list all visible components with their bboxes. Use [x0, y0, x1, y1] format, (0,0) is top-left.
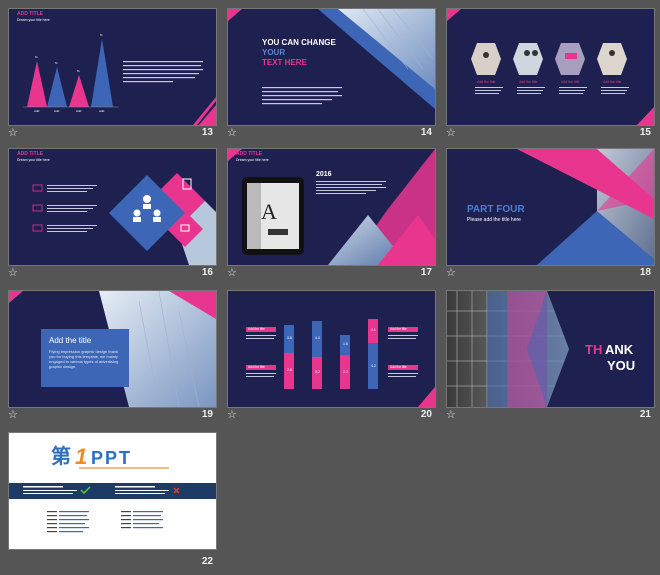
- slide-thumb-20[interactable]: 3.6 2.8 4.4 3.2 1.6 2.2 4.1 4.2 Add the …: [227, 290, 436, 424]
- slide-thumb-18[interactable]: PART FOUR Please add the title here ☆ 18: [446, 148, 655, 282]
- slide-number: 14: [420, 127, 432, 138]
- slide-number: 20: [420, 409, 432, 420]
- logo-part-3: PPT: [91, 448, 133, 468]
- slide-number: 18: [639, 267, 651, 278]
- slide-14-graphics: [228, 9, 435, 109]
- slide-number: 19: [201, 409, 213, 420]
- star-icon[interactable]: ☆: [8, 127, 18, 139]
- slide-thumb-13[interactable]: ADD TITLE Dream your title here % % % % …: [8, 8, 217, 142]
- slide-number: 13: [201, 127, 213, 138]
- star-icon[interactable]: ☆: [8, 267, 18, 279]
- slide-15-canvas[interactable]: Add the title Add the title Add the titl…: [446, 8, 655, 126]
- slide-16-graphics: [32, 173, 216, 265]
- star-icon[interactable]: ☆: [446, 409, 456, 421]
- star-icon[interactable]: ☆: [446, 127, 456, 139]
- slide-13-subtitle: Dream your title here: [17, 18, 50, 22]
- logo-part-1: 第: [51, 446, 71, 468]
- slide-20-canvas[interactable]: 3.6 2.8 4.4 3.2 1.6 2.2 4.1 4.2 Add the …: [227, 290, 436, 408]
- star-icon[interactable]: ☆: [227, 127, 237, 139]
- slide-22-canvas[interactable]: 第 1 PPT: [8, 432, 217, 550]
- slide-number: 22: [201, 556, 213, 567]
- slide-number: 21: [639, 409, 651, 420]
- slide-13-canvas[interactable]: ADD TITLE Dream your title here % % % % …: [8, 8, 217, 126]
- slide-number: 15: [639, 127, 651, 138]
- slide-thumb-21[interactable]: TH ANK YOU ☆ 21: [446, 290, 655, 424]
- slide-13-graphics: [23, 39, 216, 125]
- slide-17-letter: A: [261, 199, 277, 224]
- slide-thumb-14[interactable]: YOU CAN CHANGE YOUR TEXT HERE ☆ 14: [227, 8, 436, 142]
- star-icon[interactable]: ☆: [446, 267, 456, 279]
- slide-20-graphics: [246, 319, 435, 407]
- slide-15-graphics: [447, 9, 654, 125]
- star-icon[interactable]: ☆: [8, 409, 18, 421]
- star-icon[interactable]: ☆: [227, 409, 237, 421]
- slide-number: 17: [420, 267, 432, 278]
- slide-thumb-17[interactable]: ADD TITLE Dream your title here A 2016 ☆…: [227, 148, 436, 282]
- slide-number: 16: [201, 267, 213, 278]
- slide-13-title: ADD TITLE: [17, 11, 44, 17]
- slide-thumb-22[interactable]: 第 1 PPT 22: [8, 432, 217, 567]
- slide-thumb-16[interactable]: ADD TITLE Dream your title here ☆ 16: [8, 148, 217, 282]
- slide-16-canvas[interactable]: ADD TITLE Dream your title here: [8, 148, 217, 266]
- slide-17-graphics: [228, 149, 435, 265]
- slide-14-canvas[interactable]: YOU CAN CHANGE YOUR TEXT HERE: [227, 8, 436, 126]
- slide-17-canvas[interactable]: ADD TITLE Dream your title here A 2016: [227, 148, 436, 266]
- slide-thumb-15[interactable]: Add the title Add the title Add the titl…: [446, 8, 655, 142]
- slide-19-textbox: Add the title Flying impression graphic …: [41, 329, 129, 387]
- logo-part-2: 1: [75, 444, 88, 469]
- slide-thumb-19[interactable]: Add the title Flying impression graphic …: [8, 290, 217, 424]
- slide-19-canvas[interactable]: Add the title Flying impression graphic …: [8, 290, 217, 408]
- star-icon[interactable]: ☆: [227, 267, 237, 279]
- slide-21-canvas[interactable]: TH ANK YOU: [446, 290, 655, 408]
- slide-18-canvas[interactable]: PART FOUR Please add the title here: [446, 148, 655, 266]
